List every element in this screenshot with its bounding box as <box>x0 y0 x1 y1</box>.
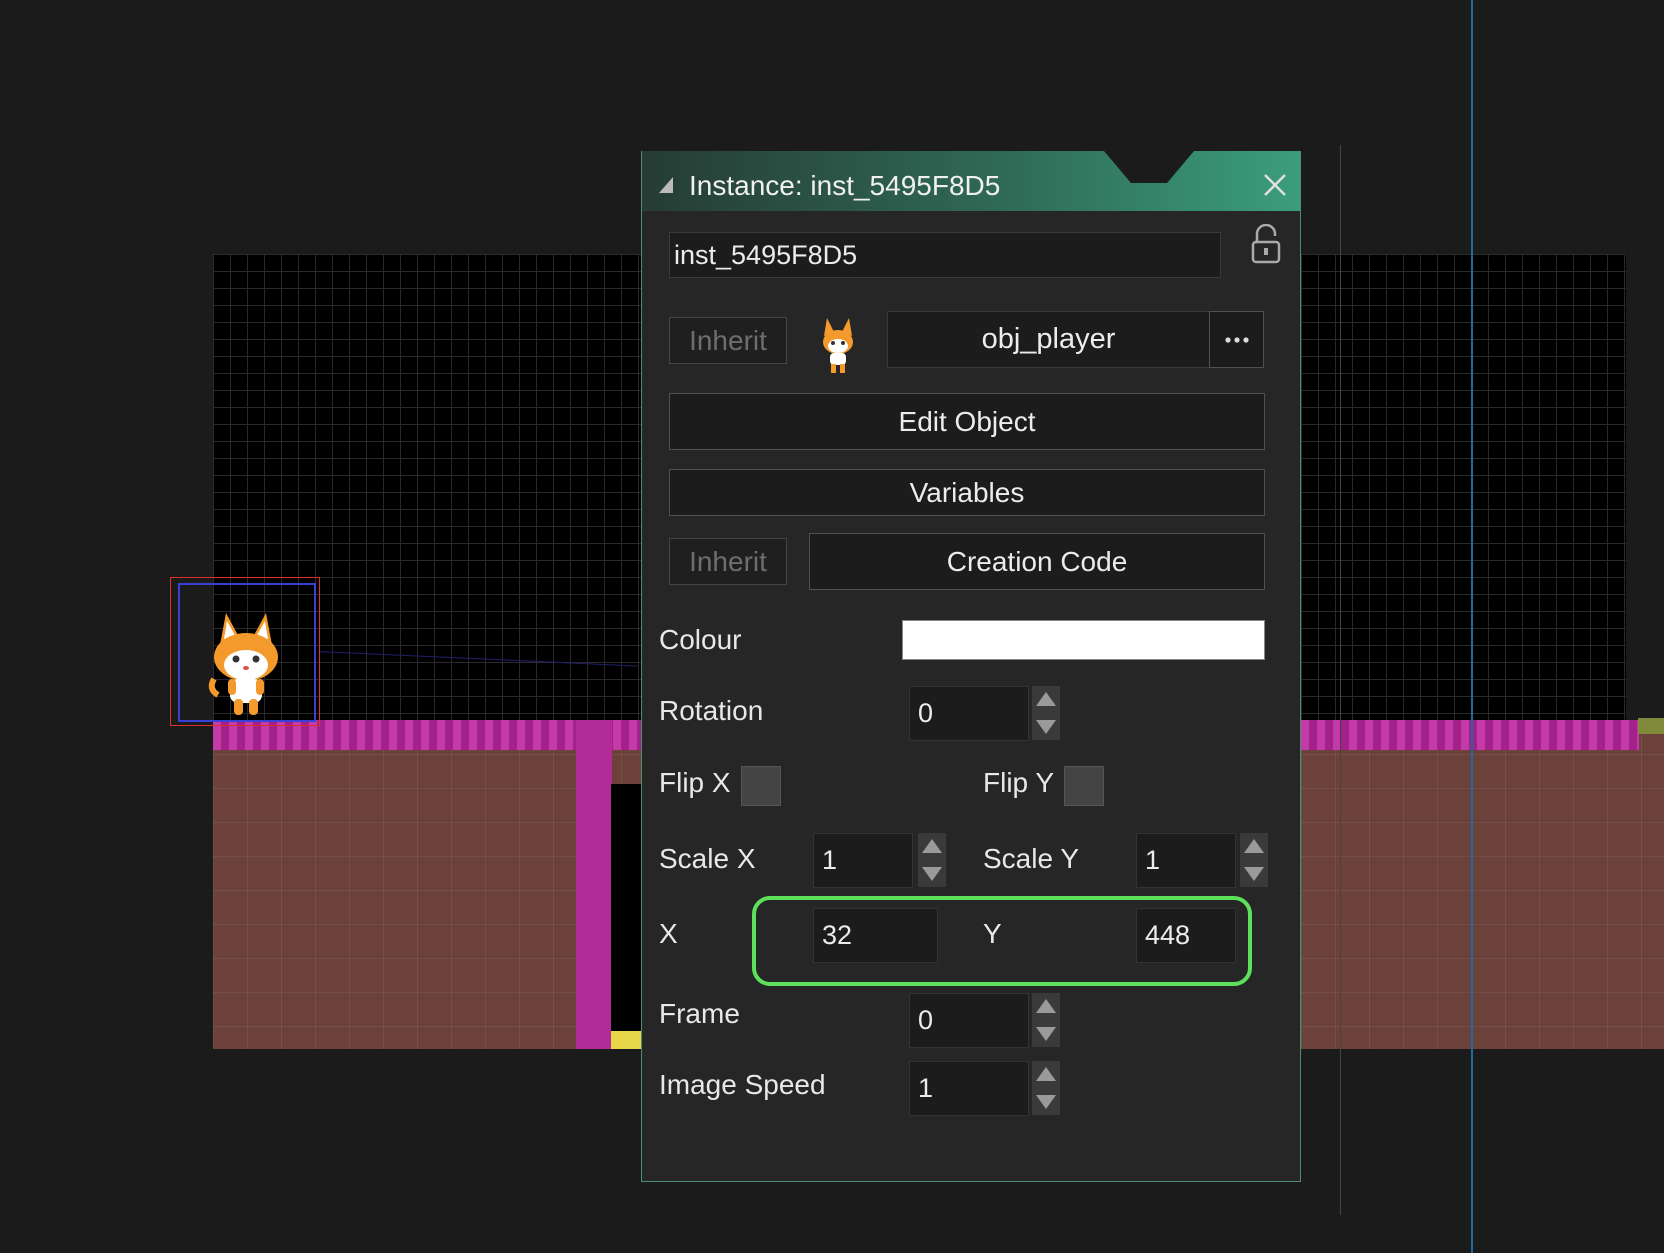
image-speed-spinner[interactable] <box>1032 1061 1060 1115</box>
image-speed-label: Image Speed <box>659 1069 826 1100</box>
image-speed-input[interactable]: 1 <box>909 1061 1029 1116</box>
flip-x-checkbox[interactable] <box>741 766 781 806</box>
frame-label: Frame <box>659 998 740 1029</box>
edit-object-button[interactable]: Edit Object <box>669 393 1265 450</box>
room-boundary-line <box>1471 0 1473 1253</box>
close-icon[interactable] <box>1258 168 1292 202</box>
scale-x-label: Scale X <box>659 843 756 874</box>
grass-tile-edge <box>1638 718 1664 734</box>
flip-x-label: Flip X <box>659 767 731 798</box>
flip-y-label: Flip Y <box>983 767 1055 798</box>
more-icon[interactable] <box>1209 311 1264 368</box>
variables-button[interactable]: Variables <box>669 469 1265 516</box>
flip-y-checkbox[interactable] <box>1064 766 1104 806</box>
creation-code-button[interactable]: Creation Code <box>809 533 1265 590</box>
inherit-object-button[interactable]: Inherit <box>669 317 787 364</box>
pit-gap <box>611 784 643 1049</box>
object-sprite-thumbnail <box>823 318 853 373</box>
unlock-icon[interactable] <box>1250 224 1282 264</box>
scale-x-input[interactable]: 1 <box>813 833 913 888</box>
inherit-code-button[interactable]: Inherit <box>669 538 787 585</box>
scale-y-input[interactable]: 1 <box>1136 833 1236 888</box>
pit-wall-tiles <box>576 720 612 1049</box>
rotation-label: Rotation <box>659 695 764 726</box>
frame-spinner[interactable] <box>1032 993 1060 1047</box>
rotation-input[interactable]: 0 <box>909 686 1029 741</box>
colour-label: Colour <box>659 624 742 655</box>
scale-y-spinner[interactable] <box>1240 833 1268 887</box>
scale-y-label: Scale Y <box>983 843 1079 874</box>
scale-x-spinner[interactable] <box>918 833 946 887</box>
rotation-spinner[interactable] <box>1032 686 1060 740</box>
instance-name-input[interactable]: inst_5495F8D5 <box>669 232 1221 278</box>
position-highlight-box <box>752 896 1252 986</box>
frame-input[interactable]: 0 <box>909 993 1029 1048</box>
more-dots-icon <box>1224 336 1249 343</box>
resize-icon[interactable] <box>657 175 675 195</box>
view-guide-line <box>1340 145 1341 1215</box>
x-label: X <box>659 918 678 949</box>
dialog-title: Instance: inst_5495F8D5 <box>689 170 1001 201</box>
player-cat-sprite[interactable] <box>206 605 286 717</box>
object-select-field[interactable]: obj_player <box>887 311 1210 368</box>
pit-spikes <box>611 1031 643 1049</box>
colour-picker-swatch[interactable] <box>902 620 1265 660</box>
